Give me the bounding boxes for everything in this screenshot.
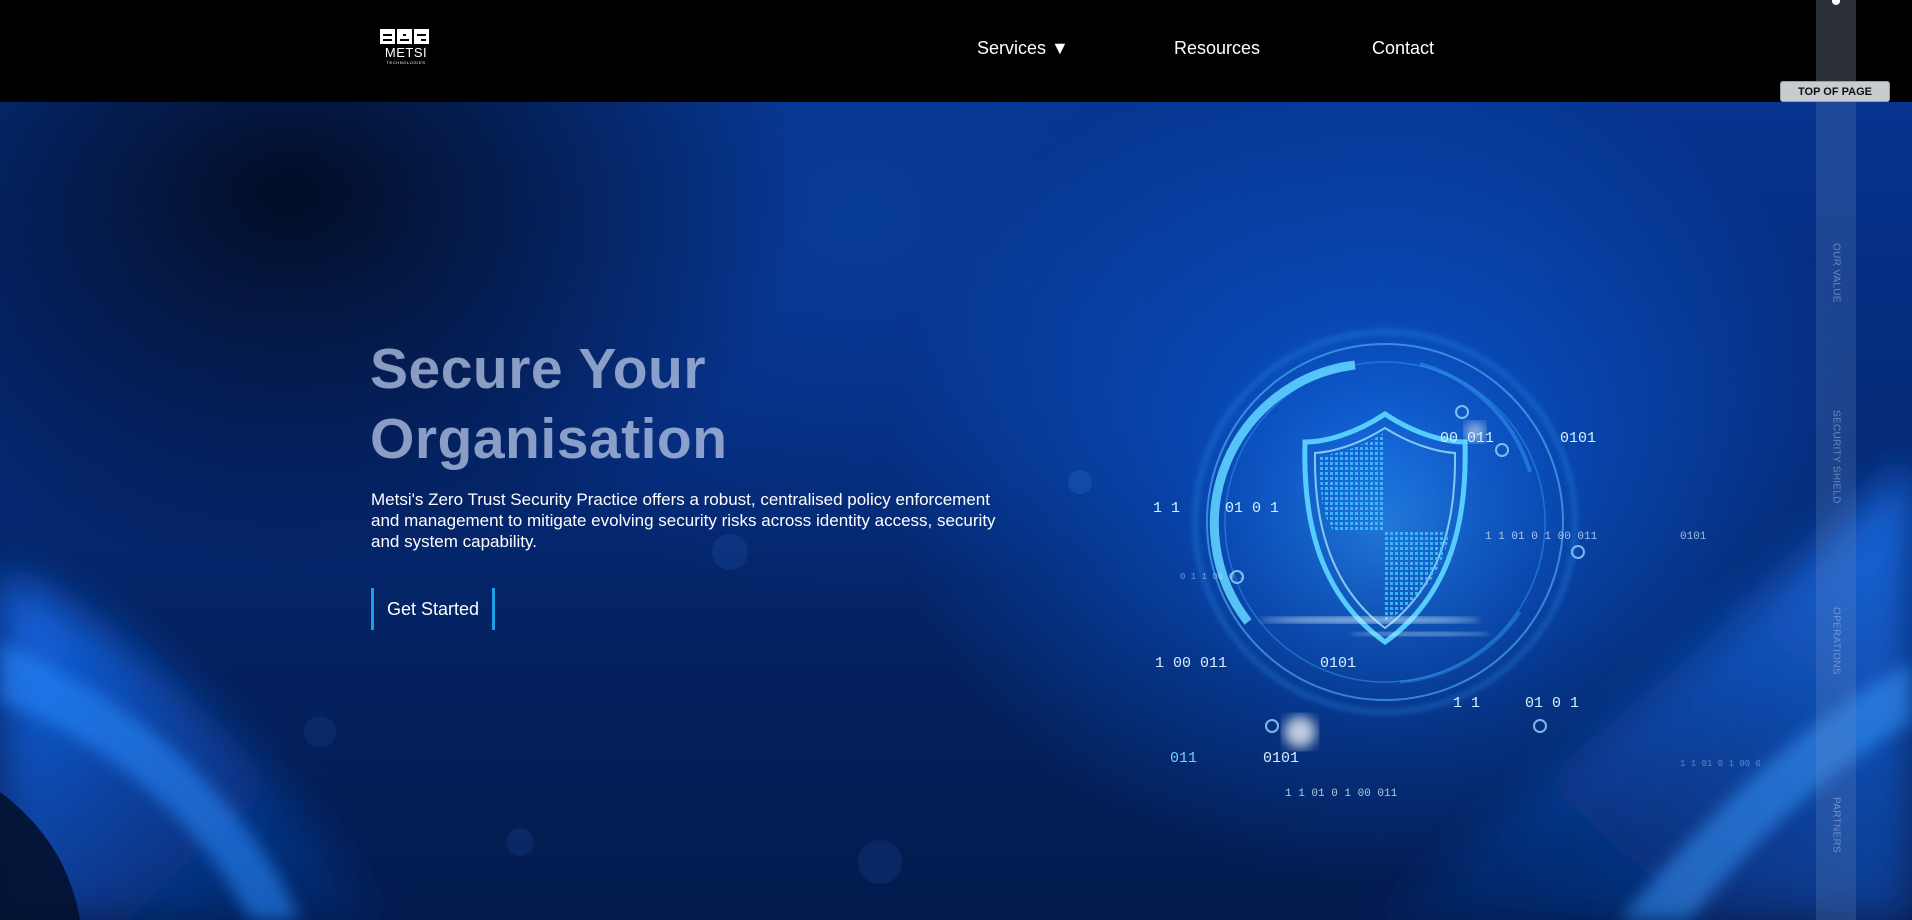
nav-services[interactable]: Services ▼ xyxy=(977,38,1069,59)
rail-item-our-value[interactable]: Our Value xyxy=(1816,243,1856,303)
svg-text:0 1 1 00 0 1: 0 1 1 00 0 1 xyxy=(1180,572,1245,582)
rail-item-label: Our Value xyxy=(1830,243,1842,303)
svg-text:01 0 1: 01 0 1 xyxy=(1525,695,1579,712)
top-of-page-button[interactable]: TOP OF PAGE xyxy=(1780,81,1890,102)
get-started-button[interactable]: Get Started xyxy=(371,588,496,630)
svg-text:1 1 01 0 1 00 011: 1 1 01 0 1 00 011 xyxy=(1485,531,1598,543)
rail-item-security-shield[interactable]: Security Shield xyxy=(1816,410,1856,504)
metsi-logo[interactable]: METSI TECHNOLOGIES xyxy=(380,29,434,71)
svg-text:01 0 1: 01 0 1 xyxy=(1225,500,1279,517)
nav-resources[interactable]: Resources xyxy=(1174,38,1260,59)
hero-title: Secure Your Organisation xyxy=(370,334,990,474)
rail-item-label: Operations xyxy=(1830,607,1842,675)
svg-text:0101: 0101 xyxy=(1263,750,1299,767)
security-shield-illustration: 1 1 01 0 1 00 011 0101 1 00 011 0101 1 1… xyxy=(1153,302,1760,800)
svg-text:1 1 01 0 1 00 011: 1 1 01 0 1 00 011 xyxy=(1285,788,1398,800)
hero-title-line-1: Secure Your xyxy=(370,337,707,401)
svg-text:1 1: 1 1 xyxy=(1453,695,1480,712)
svg-text:1 1 01 0 1 00 011: 1 1 01 0 1 00 011 xyxy=(1680,759,1760,769)
hero-description: Metsi's Zero Trust Security Practice off… xyxy=(371,490,996,551)
svg-text:011: 011 xyxy=(1170,750,1197,767)
svg-text:1 1: 1 1 xyxy=(1153,500,1180,517)
svg-text:0101: 0101 xyxy=(1680,531,1707,543)
site-header: METSI TECHNOLOGIES Services ▼ Resources … xyxy=(0,0,1912,102)
svg-text:0101: 0101 xyxy=(1320,655,1356,672)
svg-text:0101: 0101 xyxy=(1560,430,1596,447)
logo-tagline: TECHNOLOGIES xyxy=(386,60,426,65)
rail-item-label: Security Shield xyxy=(1830,410,1842,504)
logo-mark-icon xyxy=(380,29,434,44)
rail-indicator-icon xyxy=(1832,0,1840,5)
rail-item-label: Partners xyxy=(1830,797,1842,853)
rail-item-operations[interactable]: Operations xyxy=(1816,607,1856,675)
hero-title-line-2: Organisation xyxy=(370,407,728,471)
logo-wordmark: METSI xyxy=(384,45,428,60)
hero-section: Secure Your Organisation Metsi's Zero Tr… xyxy=(0,102,1912,920)
svg-text:1 00 011: 1 00 011 xyxy=(1155,655,1227,672)
nav-contact[interactable]: Contact xyxy=(1372,38,1434,59)
section-rail: Our Value Security Shield Operations Par… xyxy=(1816,0,1856,920)
rail-item-partners[interactable]: Partners xyxy=(1816,797,1856,853)
svg-text:00 011: 00 011 xyxy=(1440,430,1494,447)
